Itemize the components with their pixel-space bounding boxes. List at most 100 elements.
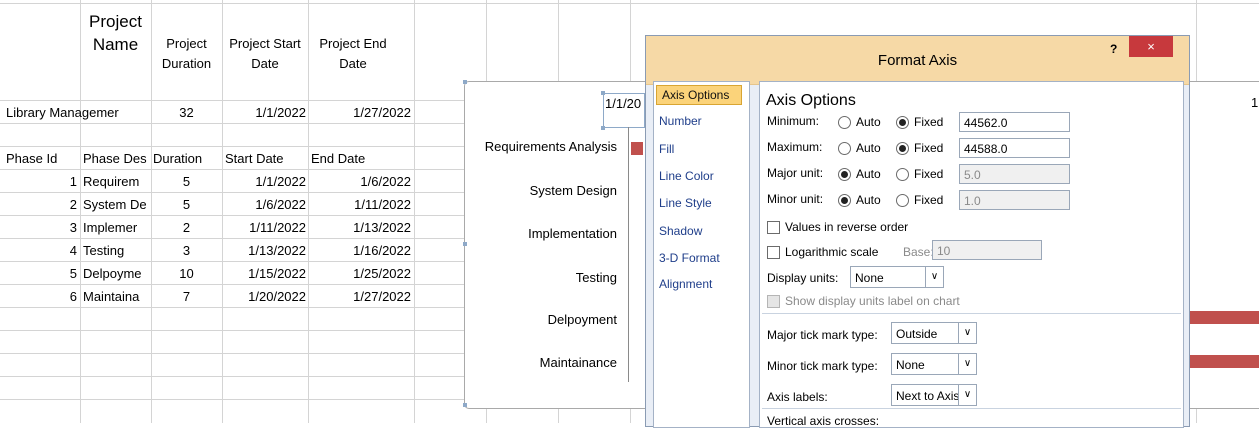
minor-unit-fixed-label[interactable]: Fixed <box>914 193 943 207</box>
phase-header-start[interactable]: Start Date <box>225 150 308 168</box>
nav-fill[interactable]: Fill <box>659 142 674 156</box>
reverse-order-checkbox[interactable] <box>767 221 780 234</box>
log-scale-checkbox[interactable] <box>767 246 780 259</box>
phase-start-cell[interactable]: 1/13/2022 <box>222 242 306 260</box>
minor-tick-select[interactable]: None ∨ <box>891 353 977 375</box>
phase-desc-cell[interactable]: Testing <box>83 242 151 260</box>
header-project-duration[interactable]: Project Duration <box>151 34 222 78</box>
phase-duration-cell[interactable]: 10 <box>151 265 222 283</box>
phase-duration-cell[interactable]: 7 <box>151 288 222 306</box>
minor-tick-label: Minor tick mark type: <box>767 359 878 373</box>
show-units-label: Show display units label on chart <box>785 294 960 308</box>
chevron-down-icon: ∨ <box>925 267 943 287</box>
phase-end-cell[interactable]: 1/27/2022 <box>308 288 411 306</box>
gantt-bar-requirements[interactable] <box>631 142 643 155</box>
phase-id-cell[interactable]: 1 <box>0 173 77 191</box>
gantt-bar-maintainance[interactable] <box>1188 355 1259 368</box>
category-label: System Design <box>529 183 617 198</box>
minor-unit-value-input[interactable]: 1.0 <box>959 190 1070 210</box>
maximum-auto-radio[interactable] <box>838 142 851 155</box>
phase-id-cell[interactable]: 3 <box>0 219 77 237</box>
major-tick-select[interactable]: Outside ∨ <box>891 322 977 344</box>
minor-unit-auto-label[interactable]: Auto <box>856 193 881 207</box>
major-unit-fixed-radio[interactable] <box>896 168 909 181</box>
phase-id-cell[interactable]: 4 <box>0 242 77 260</box>
project-end-cell[interactable]: 1/27/2022 <box>308 104 411 122</box>
phase-end-cell[interactable]: 1/11/2022 <box>308 196 411 214</box>
help-button[interactable]: ? <box>1110 42 1117 56</box>
phase-duration-cell[interactable]: 3 <box>151 242 222 260</box>
project-name-cell[interactable]: Library Managemer <box>6 104 151 122</box>
phase-end-cell[interactable]: 1/13/2022 <box>308 219 411 237</box>
close-button[interactable]: × <box>1129 36 1173 57</box>
dialog-nav: Axis Options Number Fill Line Color Line… <box>653 81 750 428</box>
nav-line-style[interactable]: Line Style <box>659 196 712 210</box>
maximum-auto-label[interactable]: Auto <box>856 141 881 155</box>
reverse-order-label[interactable]: Values in reverse order <box>785 220 908 234</box>
nav-shadow[interactable]: Shadow <box>659 224 702 238</box>
minimum-auto-label[interactable]: Auto <box>856 115 881 129</box>
maximum-fixed-radio[interactable] <box>896 142 909 155</box>
major-unit-fixed-label[interactable]: Fixed <box>914 167 943 181</box>
maximum-value-input[interactable]: 44588.0 <box>959 138 1070 158</box>
phase-id-cell[interactable]: 5 <box>0 265 77 283</box>
axis-options-pane: Axis Options Minimum: Auto Fixed 44562.0… <box>759 81 1184 428</box>
axis-tick-label-end: 1 <box>1251 95 1259 110</box>
phase-end-cell[interactable]: 1/6/2022 <box>308 173 411 191</box>
category-axis-line[interactable] <box>628 127 629 382</box>
header-project-name[interactable]: Project Name <box>80 10 151 102</box>
log-scale-label[interactable]: Logarithmic scale <box>785 245 878 259</box>
phase-header-end[interactable]: End Date <box>311 150 411 168</box>
phase-desc-cell[interactable]: Maintaina <box>83 288 151 306</box>
major-unit-auto-label[interactable]: Auto <box>856 167 881 181</box>
minimum-label: Minimum: <box>767 114 820 128</box>
gantt-bar-delpoyment[interactable] <box>1188 311 1259 324</box>
phase-header-id[interactable]: Phase Id <box>6 150 80 168</box>
header-project-start[interactable]: Project Start Date <box>222 34 308 78</box>
phase-duration-cell[interactable]: 5 <box>151 173 222 191</box>
minor-unit-fixed-radio[interactable] <box>896 194 909 207</box>
axis-labels-select[interactable]: Next to Axis ∨ <box>891 384 977 406</box>
major-unit-auto-radio[interactable] <box>838 168 851 181</box>
phase-start-cell[interactable]: 1/1/2022 <box>222 173 306 191</box>
nav-number[interactable]: Number <box>659 114 702 128</box>
phase-desc-cell[interactable]: Delpoyme <box>83 265 151 283</box>
minor-tick-value: None <box>896 358 925 372</box>
minimum-value-input[interactable]: 44562.0 <box>959 112 1070 132</box>
phase-start-cell[interactable]: 1/20/2022 <box>222 288 306 306</box>
project-start-cell[interactable]: 1/1/2022 <box>222 104 306 122</box>
phase-duration-cell[interactable]: 5 <box>151 196 222 214</box>
maximum-fixed-label[interactable]: Fixed <box>914 141 943 155</box>
phase-end-cell[interactable]: 1/16/2022 <box>308 242 411 260</box>
phase-end-cell[interactable]: 1/25/2022 <box>308 265 411 283</box>
minimum-fixed-radio[interactable] <box>896 116 909 129</box>
major-unit-value-input[interactable]: 5.0 <box>959 164 1070 184</box>
phase-header-duration[interactable]: Duration <box>153 150 222 168</box>
dialog-title-bar[interactable]: Format Axis ? × <box>646 36 1189 85</box>
nav-line-color[interactable]: Line Color <box>659 169 714 183</box>
chevron-down-icon: ∨ <box>958 354 976 374</box>
base-value-input[interactable]: 10 <box>932 240 1042 260</box>
phase-header-desc[interactable]: Phase Des <box>83 150 151 168</box>
phase-desc-cell[interactable]: Implemer <box>83 219 151 237</box>
nav-axis-options[interactable]: Axis Options <box>656 85 742 105</box>
format-axis-dialog[interactable]: Format Axis ? × Axis Options Number Fill… <box>645 35 1190 428</box>
phase-start-cell[interactable]: 1/15/2022 <box>222 265 306 283</box>
show-units-checkbox[interactable] <box>767 295 780 308</box>
display-units-select[interactable]: None ∨ <box>850 266 944 288</box>
project-duration-cell[interactable]: 32 <box>151 104 222 122</box>
phase-desc-cell[interactable]: Requirem <box>83 173 151 191</box>
phase-duration-cell[interactable]: 2 <box>151 219 222 237</box>
nav-alignment[interactable]: Alignment <box>659 277 712 291</box>
minimum-auto-radio[interactable] <box>838 116 851 129</box>
minor-unit-auto-radio[interactable] <box>838 194 851 207</box>
header-project-end[interactable]: Project End Date <box>308 34 398 78</box>
nav-3d-format[interactable]: 3-D Format <box>659 251 720 265</box>
phase-start-cell[interactable]: 1/6/2022 <box>222 196 306 214</box>
phase-desc-cell[interactable]: System De <box>83 196 151 214</box>
phase-id-cell[interactable]: 2 <box>0 196 77 214</box>
phase-start-cell[interactable]: 1/11/2022 <box>222 219 306 237</box>
minimum-fixed-label[interactable]: Fixed <box>914 115 943 129</box>
major-unit-label: Major unit: <box>767 166 824 180</box>
phase-id-cell[interactable]: 6 <box>0 288 77 306</box>
